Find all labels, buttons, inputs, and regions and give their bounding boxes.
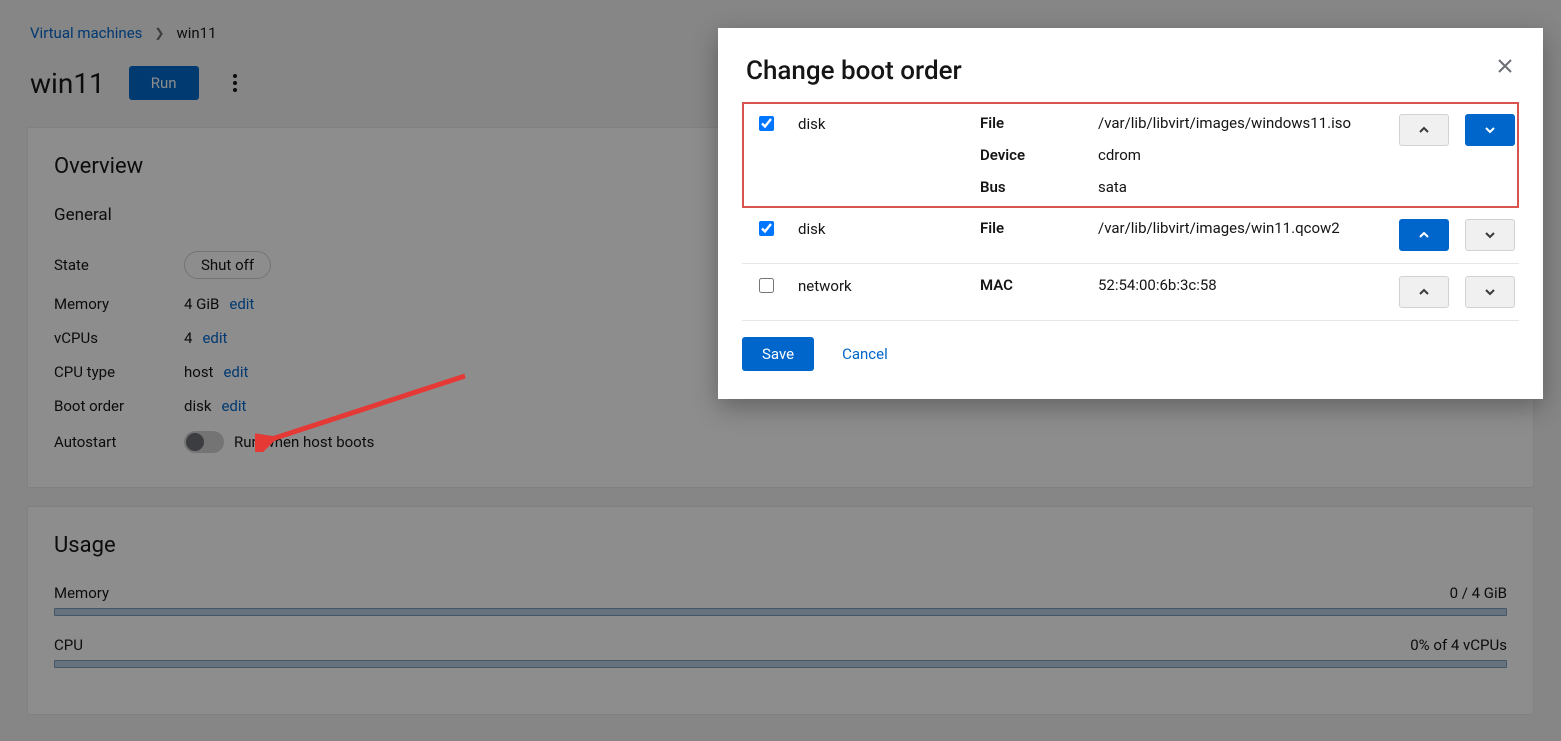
- boot-row-1-move-down-button[interactable]: [1465, 219, 1515, 251]
- boot-row-2-type: network: [798, 276, 968, 295]
- cancel-button[interactable]: Cancel: [842, 345, 888, 363]
- chevron-up-icon: [1419, 125, 1429, 135]
- chevron-up-icon: [1419, 287, 1429, 297]
- close-icon: [1498, 59, 1512, 73]
- boot-row-0-val-2: sata: [1098, 178, 1127, 196]
- boot-row-0: disk File/var/lib/libvirt/images/windows…: [742, 102, 1519, 208]
- boot-row-0-val-1: cdrom: [1098, 146, 1141, 164]
- boot-row-2-key-0: MAC: [980, 276, 1098, 294]
- chevron-down-icon: [1485, 230, 1495, 240]
- boot-row-2-move-down-button[interactable]: [1465, 276, 1515, 308]
- boot-row-0-key-2: Bus: [980, 178, 1098, 196]
- boot-row-0-checkbox[interactable]: [759, 116, 774, 131]
- chevron-up-icon: [1419, 230, 1429, 240]
- boot-row-0-move-down-button[interactable]: [1465, 114, 1515, 146]
- chevron-down-icon: [1485, 125, 1495, 135]
- boot-row-0-key-1: Device: [980, 146, 1098, 164]
- save-button[interactable]: Save: [742, 337, 814, 371]
- dialog-close-button[interactable]: [1495, 56, 1515, 76]
- boot-row-1-type: disk: [798, 219, 968, 238]
- boot-row-0-key-0: File: [980, 114, 1098, 132]
- boot-row-1-val-0: /var/lib/libvirt/images/win11.qcow2: [1098, 219, 1340, 237]
- chevron-down-icon: [1485, 287, 1495, 297]
- boot-row-2-checkbox[interactable]: [759, 278, 774, 293]
- boot-row-2-val-0: 52:54:00:6b:3c:58: [1098, 276, 1217, 294]
- boot-row-1: disk File/var/lib/libvirt/images/win11.q…: [742, 207, 1519, 264]
- boot-order-dialog: Change boot order disk File/var/lib/libv…: [718, 28, 1543, 399]
- boot-row-2-move-up-button[interactable]: [1399, 276, 1449, 308]
- boot-row-0-type: disk: [798, 114, 968, 133]
- boot-row-1-move-up-button[interactable]: [1399, 219, 1449, 251]
- boot-row-1-checkbox[interactable]: [759, 221, 774, 236]
- boot-row-2: network MAC52:54:00:6b:3c:58: [742, 264, 1519, 321]
- boot-row-0-move-up-button[interactable]: [1399, 114, 1449, 146]
- boot-row-0-val-0: /var/lib/libvirt/images/windows11.iso: [1098, 114, 1351, 132]
- boot-row-1-key-0: File: [980, 219, 1098, 237]
- dialog-title: Change boot order: [746, 56, 962, 86]
